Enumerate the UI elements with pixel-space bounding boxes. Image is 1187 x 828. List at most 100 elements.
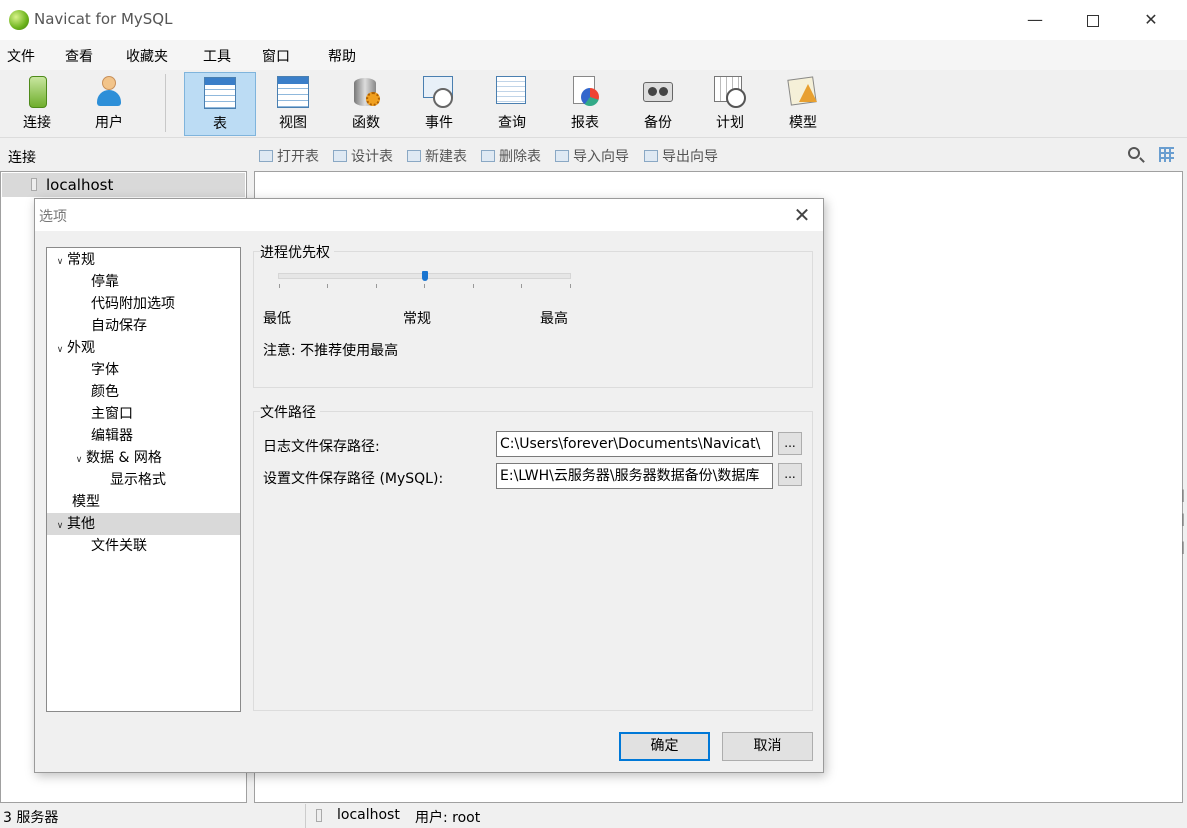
delete-table-button[interactable]: 删除表 — [481, 146, 541, 166]
toolbar-label: 报表 — [571, 115, 599, 131]
tree-item-label: 停靠 — [91, 274, 119, 290]
toolbar-user-button[interactable]: 用户 — [73, 72, 145, 136]
maximize-button[interactable] — [1070, 6, 1116, 34]
export-wizard-label: 导出向导 — [662, 149, 718, 165]
edge-fragment: | — [1181, 488, 1186, 502]
connection-name: localhost — [46, 176, 114, 194]
menu-tools[interactable]: 工具 — [203, 46, 231, 66]
server-count: 3 服务器 — [3, 810, 59, 826]
export-wizard-button[interactable]: 导出向导 — [644, 146, 718, 166]
tree-item-label: 模型 — [72, 494, 100, 510]
priority-note: 注意: 不推荐使用最高 — [263, 343, 399, 359]
tree-item-color[interactable]: 颜色 — [47, 381, 240, 403]
tree-item-other[interactable]: ∨ 其他 — [47, 513, 240, 535]
toolbar-label: 连接 — [23, 115, 51, 131]
import-wizard-label: 导入向导 — [573, 149, 629, 165]
export-wizard-icon — [644, 150, 658, 162]
open-table-button[interactable]: 打开表 — [259, 146, 319, 166]
priority-slider-thumb[interactable] — [421, 271, 428, 281]
toolbar-table-button[interactable]: 表 — [184, 72, 256, 136]
edge-fragment: | — [1181, 512, 1186, 526]
menu-favorites[interactable]: 收藏夹 — [126, 46, 168, 66]
settings-path-browse-button[interactable]: ... — [778, 463, 802, 486]
menu-view[interactable]: 查看 — [65, 46, 93, 66]
dialog-close-button[interactable]: ✕ — [790, 203, 814, 227]
cancel-button[interactable]: 取消 — [722, 732, 813, 761]
process-priority-group — [253, 251, 813, 388]
import-wizard-icon — [555, 150, 569, 162]
toolbar-backup-button[interactable]: 备份 — [622, 72, 694, 136]
chevron-down-icon[interactable]: ∨ — [53, 339, 67, 361]
open-table-label: 打开表 — [277, 149, 319, 165]
menu-help[interactable]: 帮助 — [328, 46, 356, 66]
user-icon — [93, 76, 125, 108]
priority-mid-label: 常规 — [403, 311, 431, 327]
toolbar-report-button[interactable]: 报表 — [549, 72, 621, 136]
status-user: 用户: root — [415, 810, 481, 826]
toolbar-schedule-button[interactable]: 计划 — [694, 72, 766, 136]
tree-item-general[interactable]: ∨ 常规 — [47, 249, 240, 271]
new-table-button[interactable]: 新建表 — [407, 146, 467, 166]
tree-item-appearance[interactable]: ∨ 外观 — [47, 337, 240, 359]
slider-tick — [570, 284, 571, 288]
import-wizard-button[interactable]: 导入向导 — [555, 146, 629, 166]
window-title: Navicat for MySQL — [34, 10, 173, 28]
toolbar-query-button[interactable]: 查询 — [476, 72, 548, 136]
toolbar-label: 表 — [213, 116, 227, 132]
schedule-icon — [714, 76, 746, 108]
search-icon[interactable] — [1128, 147, 1140, 159]
toolbar-label: 计划 — [716, 115, 744, 131]
design-table-button[interactable]: 设计表 — [333, 146, 393, 166]
tree-item-font[interactable]: 字体 — [47, 359, 240, 381]
options-dialog: 选项 ✕ ∨ 常规 停靠 代码附加选项 自动保存 ∨ 外观 字体 颜色 主窗口 编辑… — [34, 198, 824, 773]
log-path-browse-button[interactable]: ... — [778, 432, 802, 455]
delete-table-icon — [481, 150, 495, 162]
tree-item-docking[interactable]: 停靠 — [47, 271, 240, 293]
chevron-down-icon[interactable]: ∨ — [72, 449, 86, 471]
dialog-title-bar: 选项 ✕ — [35, 199, 823, 231]
menu-bar: 文件 查看 收藏夹 工具 窗口 帮助 — [0, 40, 1187, 70]
tree-item-autosave[interactable]: 自动保存 — [47, 315, 240, 337]
chevron-down-icon[interactable]: ∨ — [53, 515, 67, 537]
toolbar-event-button[interactable]: 事件 — [403, 72, 475, 136]
toolbar-separator — [165, 74, 166, 132]
grid-view-icon[interactable] — [1159, 147, 1174, 162]
slider-tick — [473, 284, 474, 288]
tree-item-model[interactable]: 模型 — [47, 491, 240, 513]
tree-item-file-association[interactable]: 文件关联 — [47, 535, 240, 557]
server-icon — [316, 809, 322, 822]
new-table-icon — [407, 150, 421, 162]
toolbar-connection-button[interactable]: 连接 — [1, 72, 73, 136]
toolbar-label: 视图 — [279, 115, 307, 131]
settings-path-label: 设置文件保存路径 (MySQL): — [263, 471, 444, 487]
slider-tick — [521, 284, 522, 288]
menu-file[interactable]: 文件 — [7, 46, 35, 66]
menu-window[interactable]: 窗口 — [262, 46, 290, 66]
tree-item-main-window[interactable]: 主窗口 — [47, 403, 240, 425]
file-paths-label: 文件路径 — [260, 402, 320, 422]
toolbar-view-button[interactable]: 视图 — [257, 72, 329, 136]
new-table-label: 新建表 — [425, 149, 467, 165]
toolbar-label: 事件 — [425, 115, 453, 131]
object-toolbar: 连接 打开表 设计表 新建表 删除表 导入向导 导出向导 — [0, 139, 1187, 171]
log-path-label: 日志文件保存路径: — [263, 439, 380, 455]
tree-item-label: 常规 — [67, 252, 95, 268]
connection-item-localhost[interactable]: localhost — [2, 173, 245, 197]
ok-button[interactable]: 确定 — [619, 732, 710, 761]
tree-item-editor[interactable]: 编辑器 — [47, 425, 240, 447]
tree-item-label: 外观 — [67, 340, 95, 356]
close-window-button[interactable]: ✕ — [1128, 6, 1174, 34]
tree-item-data-grid[interactable]: ∨ 数据 & 网格 — [47, 447, 240, 469]
function-icon — [350, 76, 382, 108]
connection-panel-label: 连接 — [8, 150, 36, 166]
settings-path-input[interactable]: E:\LWH\云服务器\服务器数据备份\数据库 — [496, 463, 773, 489]
minimize-button[interactable]: — — [1012, 6, 1058, 34]
tree-item-display-format[interactable]: 显示格式 — [47, 469, 240, 491]
toolbar-label: 查询 — [498, 115, 526, 131]
toolbar-model-button[interactable]: 模型 — [767, 72, 839, 136]
chevron-down-icon[interactable]: ∨ — [53, 251, 67, 273]
report-icon — [569, 76, 601, 108]
log-path-input[interactable]: C:\Users\forever\Documents\Navicat\ — [496, 431, 773, 457]
tree-item-code-options[interactable]: 代码附加选项 — [47, 293, 240, 315]
toolbar-function-button[interactable]: 函数 — [330, 72, 402, 136]
